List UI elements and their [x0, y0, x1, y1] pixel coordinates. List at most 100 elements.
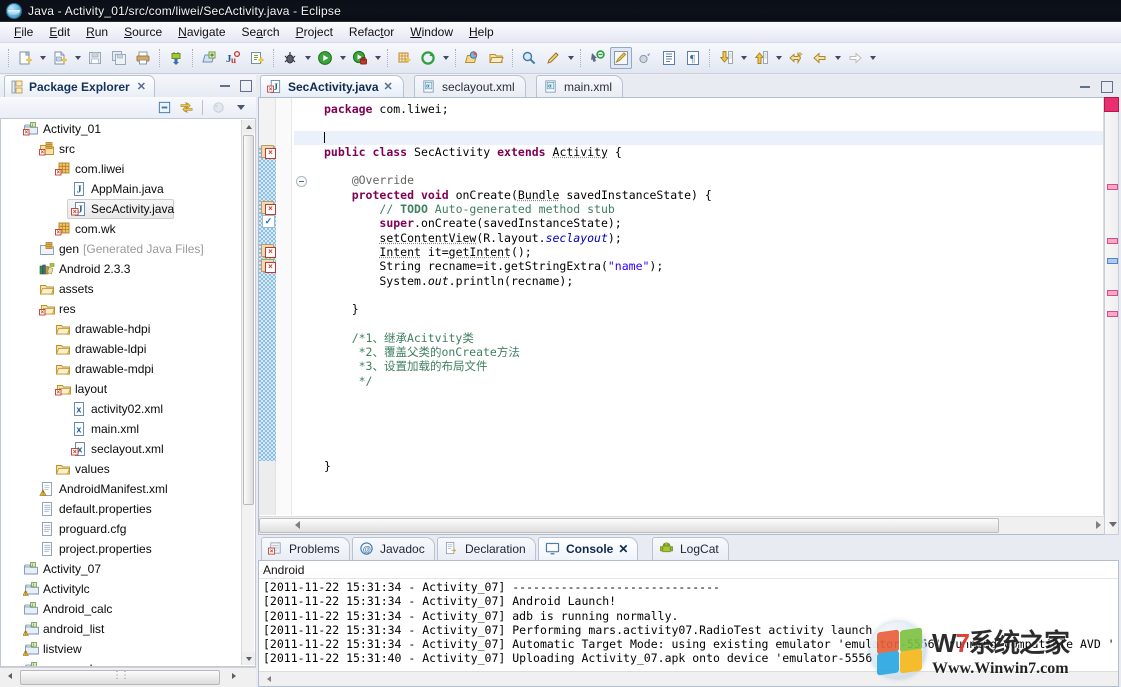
back-icon[interactable] — [809, 47, 831, 69]
tree-vertical-scrollbar[interactable] — [241, 120, 254, 665]
error-marker[interactable] — [260, 200, 275, 214]
run-external-dropdown-icon[interactable] — [372, 47, 383, 69]
tree-item-drawable-ldpi[interactable]: drawable-ldpi — [51, 339, 241, 359]
overview-error-mark[interactable] — [1107, 238, 1118, 244]
menu-source[interactable]: Source — [116, 23, 170, 41]
error-marker[interactable] — [260, 243, 275, 257]
tab-package-explorer[interactable]: Package Explorer ✕ — [4, 75, 155, 97]
overview-error-mark[interactable] — [1107, 184, 1118, 190]
overview-error-mark[interactable] — [1107, 290, 1118, 296]
run-dropdown-icon[interactable] — [337, 47, 348, 69]
scroll-down-icon[interactable] — [1105, 519, 1119, 531]
new-java-class-dropdown-icon[interactable] — [72, 47, 83, 69]
open-perspective-icon[interactable] — [461, 47, 483, 69]
tree-item-android-calc[interactable]: JAndroid_calc — [19, 599, 241, 619]
debug-icon[interactable] — [279, 47, 301, 69]
view-menu-icon[interactable] — [231, 98, 250, 117]
scroll-up-icon[interactable] — [242, 120, 255, 133]
scroll-thumb-horizontal[interactable] — [20, 670, 220, 685]
new-java-class-icon[interactable] — [49, 47, 71, 69]
tree-item-assets[interactable]: assets — [35, 279, 241, 299]
open-type-icon[interactable] — [198, 47, 220, 69]
new-android-project-icon[interactable] — [246, 47, 268, 69]
tree-item-values[interactable]: values — [51, 459, 241, 479]
console-horizontal-scrollbar[interactable] — [259, 671, 1118, 686]
tree-item-listview[interactable]: J!listview — [19, 639, 241, 659]
console-view[interactable]: Android [2011-11-22 15:31:34 - Activity_… — [258, 560, 1119, 687]
source-code[interactable]: package com.liwei; public class SecActiv… — [292, 98, 1103, 515]
tree-item-android-list[interactable]: J!android_list — [19, 619, 241, 639]
menu-navigate[interactable]: Navigate — [170, 23, 233, 41]
tree-item-androidmanifest-xml[interactable]: !AndroidManifest.xml — [35, 479, 241, 499]
show-whitespace-icon[interactable] — [658, 47, 680, 69]
forward-dropdown-icon[interactable] — [867, 47, 878, 69]
menu-window[interactable]: Window — [402, 23, 461, 41]
tree-item-android-2-3-3[interactable]: Android 2.3.3 — [35, 259, 241, 279]
scroll-thumb-horizontal[interactable] — [259, 518, 999, 533]
close-icon[interactable]: ✕ — [137, 80, 146, 93]
menu-refactor[interactable]: Refactor — [341, 23, 402, 41]
bottom-tab-javadoc[interactable]: @Javadoc — [352, 537, 435, 560]
focus-icon[interactable] — [209, 98, 228, 117]
paragraph-marks-icon[interactable]: ¶ — [682, 47, 704, 69]
run-icon[interactable] — [314, 47, 336, 69]
scroll-right-icon[interactable] — [228, 670, 242, 684]
android-sdk-manager-icon[interactable] — [165, 47, 187, 69]
bottom-tab-problems[interactable]: ×Problems — [261, 537, 350, 560]
tree-item-default-properties[interactable]: default.properties — [35, 499, 241, 519]
back-history-icon[interactable] — [785, 47, 807, 69]
bottom-tab-logcat[interactable]: LogCat — [652, 537, 729, 560]
tree-item-gen[interactable]: gen[Generated Java Files] — [35, 239, 241, 259]
tree-item-drawable-hdpi[interactable]: drawable-hdpi — [51, 319, 241, 339]
next-annotation-dropdown-icon[interactable] — [738, 47, 749, 69]
new-wizard-dropdown-icon[interactable] — [37, 47, 48, 69]
tree-item-activitylc[interactable]: J!Activitylc — [19, 579, 241, 599]
back-dropdown-icon[interactable] — [832, 47, 843, 69]
overview-error-mark[interactable] — [1107, 311, 1118, 317]
tree-item-proguard-cfg[interactable]: proguard.cfg — [35, 519, 241, 539]
menu-file[interactable]: File — [6, 23, 41, 41]
new-wizard-icon[interactable] — [14, 47, 36, 69]
menu-search[interactable]: Search — [234, 23, 288, 41]
pencil-dropdown-icon[interactable] — [565, 47, 576, 69]
menu-help[interactable]: Help — [461, 23, 502, 41]
editor-tab-secactivity-java[interactable]: J×SecActivity.java✕ — [260, 75, 404, 97]
link-with-editor-icon[interactable] — [177, 98, 196, 117]
tree-item-res[interactable]: ×res — [35, 299, 241, 319]
scroll-left-icon[interactable] — [3, 670, 17, 684]
tree-item-layout[interactable]: ×layout — [51, 379, 241, 399]
collapse-all-icon[interactable] — [155, 98, 174, 117]
tree-item-activity02-xml[interactable]: xactivity02.xml — [67, 399, 241, 419]
minimize-icon[interactable] — [1078, 79, 1092, 93]
tree-item-activity-01[interactable]: J×Activity_01 — [19, 119, 241, 139]
close-icon[interactable]: ✕ — [618, 542, 628, 556]
error-marker[interactable] — [260, 144, 275, 158]
tree-item-project-properties[interactable]: project.properties — [35, 539, 241, 559]
tree-item-main-xml[interactable]: xmain.xml — [67, 419, 241, 439]
refresh-dropdown-icon[interactable] — [440, 47, 451, 69]
tree-item-appmain-java[interactable]: JAppMain.java — [67, 179, 241, 199]
next-annotation-icon[interactable] — [715, 47, 737, 69]
overview-info-mark[interactable] — [1107, 258, 1118, 264]
menu-project[interactable]: Project — [288, 23, 341, 41]
open-folder-icon[interactable] — [485, 47, 507, 69]
overview-ruler[interactable] — [1104, 97, 1119, 535]
toggle-highlight-icon[interactable] — [610, 47, 632, 69]
print-icon[interactable] — [132, 47, 154, 69]
scroll-thumb[interactable] — [243, 135, 254, 505]
quickfix-marker[interactable] — [260, 214, 275, 228]
tree-horizontal-scrollbar[interactable] — [0, 667, 256, 687]
close-icon[interactable]: ✕ — [384, 80, 393, 93]
tree-item-seclayout-xml[interactable]: x×seclayout.xml — [67, 439, 241, 459]
save-all-icon[interactable] — [108, 47, 130, 69]
tree-item-com-wk[interactable]: ×com.wk — [51, 219, 241, 239]
tree-item-drawable-mdpi[interactable]: drawable-mdpi — [51, 359, 241, 379]
search-icon[interactable] — [518, 47, 540, 69]
link-editor-icon[interactable] — [586, 47, 608, 69]
tree-item-activity-07[interactable]: JActivity_07 — [19, 559, 241, 579]
editor-horizontal-scrollbar[interactable] — [259, 516, 1118, 534]
maximize-icon[interactable] — [1099, 79, 1113, 93]
bottom-tab-console[interactable]: Console✕ — [538, 537, 638, 560]
bottom-tab-declaration[interactable]: Declaration — [437, 537, 536, 560]
menu-run[interactable]: Run — [78, 23, 116, 41]
